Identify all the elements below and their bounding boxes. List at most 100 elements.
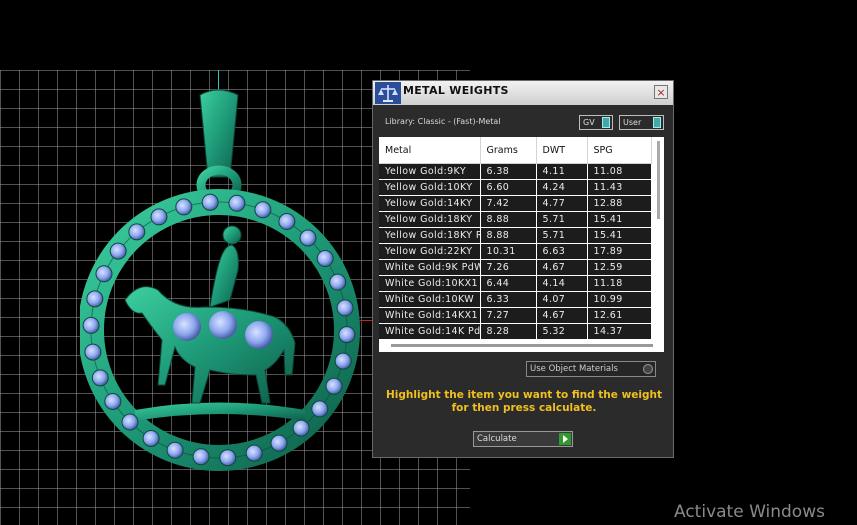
table-cell: 15.41 [587,227,652,244]
radio-icon[interactable] [643,364,653,374]
column-header[interactable]: Grams [480,137,537,164]
ring-gem [150,208,168,226]
user-toggle[interactable]: User [619,115,664,130]
table-cell: 6.38 [480,163,537,180]
horizontal-scrollbar[interactable] [391,344,653,347]
table-cell: 12.88 [587,195,652,212]
table-row[interactable]: Yellow Gold:18KY 8.88 5.71 15.41 [379,211,652,228]
calculate-label: Calculate [477,434,517,444]
table-cell: 4.11 [536,163,588,180]
ring-gem [82,316,100,334]
metal-table-container[interactable]: Metal Grams DWT SPG Yellow Gold:9KY 6.38 4.11… [379,137,664,352]
table-cell: White Gold:14KX1 [379,307,481,324]
ring-gem [311,400,329,418]
table-cell: 10.31 [480,243,537,260]
gv-toggle[interactable]: GV [579,115,613,130]
column-header[interactable]: Metal [379,137,481,164]
table-cell: 11.08 [587,163,652,180]
ring-gem [338,326,356,344]
table-row[interactable]: White Gold:10KX1 6.44 4.14 11.18 [379,275,652,292]
ring-gem [245,444,263,462]
use-object-materials-label: Use Object Materials [530,364,618,374]
panel-titlebar[interactable]: METAL WEIGHTS × [373,81,673,105]
table-row[interactable]: Yellow Gold:10KY 6.60 4.24 11.43 [379,179,652,196]
table-cell: 14.37 [587,323,652,340]
horse-pendant-model[interactable] [80,85,370,485]
table-cell: Yellow Gold:18KY R... [379,227,481,244]
column-header[interactable]: DWT [536,137,588,164]
table-cell: 5.71 [536,227,588,244]
ring-gem [91,369,109,387]
ring-gem [219,449,237,467]
ring-gem [95,265,113,283]
panel-title: METAL WEIGHTS [403,84,509,97]
ring-gem [254,201,272,219]
table-cell: 4.07 [536,291,588,308]
ring-gem [329,273,347,291]
table-cell: 6.63 [536,243,588,260]
gv-toggle-label: GV [583,118,595,127]
table-cell: 6.33 [480,291,537,308]
table-cell: 5.32 [536,323,588,340]
table-row[interactable]: Yellow Gold:14KY 7.42 4.77 12.88 [379,195,652,212]
toggle-knob-icon [653,117,661,128]
ring-gem [84,343,102,361]
table-cell: 4.67 [536,307,588,324]
metal-table: Metal Grams DWT SPG Yellow Gold:9KY 6.38 4.11… [379,137,652,340]
table-row[interactable]: Yellow Gold:18KY R...8.885.7115.41 [379,227,652,244]
table-cell: 12.61 [587,307,652,324]
ring-gem [299,229,317,247]
table-row[interactable]: Yellow Gold:9KY 6.38 4.11 11.08 [379,163,652,180]
metal-weights-panel: METAL WEIGHTS × Library: Classic - (Fast… [372,80,674,458]
table-cell: 10.99 [587,291,652,308]
use-object-materials-option[interactable]: Use Object Materials [526,361,656,377]
table-cell: 4.67 [536,259,588,276]
table-cell: Yellow Gold:18KY [379,211,481,228]
table-cell: 4.77 [536,195,588,212]
table-cell: Yellow Gold:10KY [379,179,481,196]
ring-gem [316,250,334,268]
toggle-knob-icon [602,117,610,128]
table-cell: Yellow Gold:14KY [379,195,481,212]
table-cell: 5.71 [536,211,588,228]
table-row[interactable]: Yellow Gold:22KY 10.31 6.63 17.89 [379,243,652,260]
table-row[interactable]: White Gold:10KW 6.33 4.07 10.99 [379,291,652,308]
table-cell: 4.14 [536,275,588,292]
ring-gem [325,377,343,395]
table-cell: White Gold:10KW [379,291,481,308]
user-toggle-label: User [623,118,642,127]
table-cell: 6.60 [480,179,537,196]
table-cell: White Gold:9K PdW [379,259,481,276]
table-cell: 8.28 [480,323,537,340]
close-button[interactable]: × [654,85,668,99]
play-icon [559,433,571,445]
ring-gem [270,434,288,452]
ring-gem [86,290,104,308]
ring-gem [292,419,310,437]
table-cell: 8.88 [480,227,537,244]
table-row[interactable]: White Gold:14KX1 7.27 4.67 12.61 [379,307,652,324]
table-cell: 12.59 [587,259,652,276]
ring-gem [166,441,184,459]
table-cell: 7.42 [480,195,537,212]
scale-icon [375,82,401,104]
table-row[interactable]: White Gold:9K PdW 7.26 4.67 12.59 [379,259,652,276]
close-icon: × [656,86,666,99]
ring-gem [192,448,210,466]
table-cell: White Gold:14K PdW [379,323,481,340]
table-cell: 6.44 [480,275,537,292]
vertical-scrollbar[interactable] [657,141,660,219]
ring-gem [121,413,139,431]
column-header[interactable]: SPG [587,137,652,164]
ring-gem [336,299,354,317]
table-cell: 7.26 [480,259,537,276]
table-cell: 4.24 [536,179,588,196]
table-cell: 15.41 [587,211,652,228]
calculate-button[interactable]: Calculate [473,431,573,447]
table-cell: 8.88 [480,211,537,228]
ring-gem [142,429,160,447]
table-cell: 7.27 [480,307,537,324]
ring-gem [128,223,146,241]
table-cell: 11.18 [587,275,652,292]
table-row[interactable]: White Gold:14K PdW 8.28 5.32 14.37 [379,323,652,340]
